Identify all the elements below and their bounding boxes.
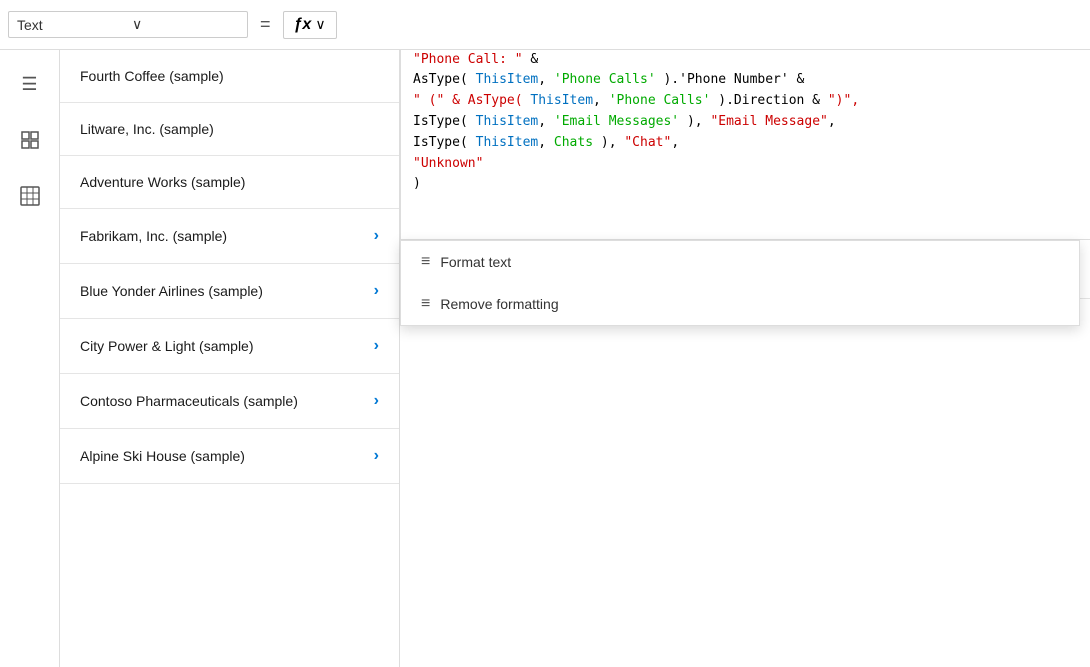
format-text-item[interactable]: ≡ Format text [401, 241, 1079, 283]
fx-arrow-icon: ∨ [315, 16, 325, 33]
list-label: Alpine Ski House (sample) [80, 448, 245, 464]
list-label: Fourth Coffee (sample) [80, 68, 224, 84]
list-item-no-arrow-3[interactable]: Adventure Works (sample) [60, 156, 399, 209]
equals-sign: = [256, 14, 275, 35]
list-label: Fabrikam, Inc. (sample) [80, 228, 227, 244]
chevron-right-icon: › [374, 227, 379, 245]
fx-button[interactable]: ƒx ∨ [283, 11, 337, 39]
list-item-5[interactable]: Alpine Ski House (sample) › [60, 429, 399, 484]
dropdown-arrow-icon: ∨ [132, 16, 239, 33]
format-dropdown-menu: ≡ Format text ≡ Remove formatting [400, 240, 1080, 326]
format-text-icon: ≡ [421, 253, 430, 271]
list-label: Adventure Works (sample) [80, 174, 245, 190]
fx-icon: ƒx [294, 16, 312, 34]
remove-formatting-label: Remove formatting [440, 296, 558, 312]
layers-icon[interactable] [12, 122, 48, 158]
left-list-panel: Fourth Coffee (sample) Litware, Inc. (sa… [60, 50, 400, 667]
list-item-no-arrow-2[interactable]: Litware, Inc. (sample) [60, 103, 399, 156]
list-label: Blue Yonder Airlines (sample) [80, 283, 263, 299]
list-label: Litware, Inc. (sample) [80, 121, 214, 137]
dropdown-value: Text [17, 17, 124, 33]
list-item-2[interactable]: Blue Yonder Airlines (sample) › [60, 264, 399, 319]
list-item-1[interactable]: Fabrikam, Inc. (sample) › [60, 209, 399, 264]
list-label: City Power & Light (sample) [80, 338, 254, 354]
chevron-right-icon: › [374, 392, 379, 410]
chevron-right-icon: › [374, 337, 379, 355]
remove-formatting-item[interactable]: ≡ Remove formatting [401, 283, 1079, 325]
field-dropdown[interactable]: Text ∨ [8, 11, 248, 38]
sidebar: ☰ [0, 50, 60, 667]
grid-icon[interactable] [12, 178, 48, 214]
top-bar: Text ∨ = ƒx ∨ [0, 0, 1090, 50]
remove-formatting-icon: ≡ [421, 295, 430, 313]
chevron-right-icon: › [374, 447, 379, 465]
list-item-4[interactable]: Contoso Pharmaceuticals (sample) › [60, 374, 399, 429]
list-item-no-arrow-1[interactable]: Fourth Coffee (sample) [60, 50, 399, 103]
list-label: Contoso Pharmaceuticals (sample) [80, 393, 298, 409]
hamburger-icon[interactable]: ☰ [12, 66, 48, 102]
chevron-right-icon: › [374, 282, 379, 300]
list-item-3[interactable]: City Power & Light (sample) › [60, 319, 399, 374]
format-text-label: Format text [440, 254, 511, 270]
